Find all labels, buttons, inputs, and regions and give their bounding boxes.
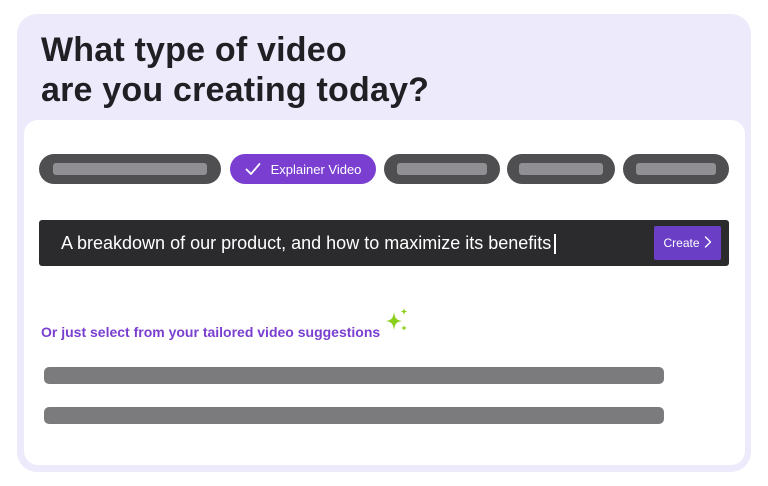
create-label: Create	[663, 236, 700, 250]
chip-label-placeholder	[519, 163, 603, 175]
chip-label: Explainer Video	[270, 161, 362, 177]
create-button[interactable]: Create	[654, 226, 721, 260]
suggestion-item[interactable]	[44, 407, 664, 424]
suggestions-label: Or just select from your tailored video …	[41, 324, 381, 340]
suggestion-item[interactable]	[44, 367, 664, 384]
video-prompt-input[interactable]: A breakdown of our product, and how to m…	[39, 220, 729, 266]
video-type-chip-selected[interactable]: Explainer Video	[230, 154, 376, 184]
sparkle-icon	[386, 308, 408, 331]
page-title: What type of video are you creating toda…	[41, 30, 641, 110]
checkmark-icon	[245, 161, 261, 177]
title-line-1: What type of video	[41, 31, 347, 69]
video-type-chip[interactable]	[39, 154, 221, 184]
chevron-right-icon	[704, 235, 712, 251]
chip-label-placeholder	[53, 163, 207, 175]
video-type-chip[interactable]	[623, 154, 729, 184]
title-line-2: are you creating today?	[41, 71, 430, 109]
prompt-text-wrap: A breakdown of our product, and how to m…	[61, 232, 556, 255]
video-type-chip[interactable]	[384, 154, 500, 184]
chip-label-placeholder	[397, 163, 487, 175]
prompt-text: A breakdown of our product, and how to m…	[61, 233, 552, 253]
chip-label-placeholder	[636, 163, 716, 175]
text-caret	[554, 234, 556, 255]
video-type-chip[interactable]	[507, 154, 615, 184]
